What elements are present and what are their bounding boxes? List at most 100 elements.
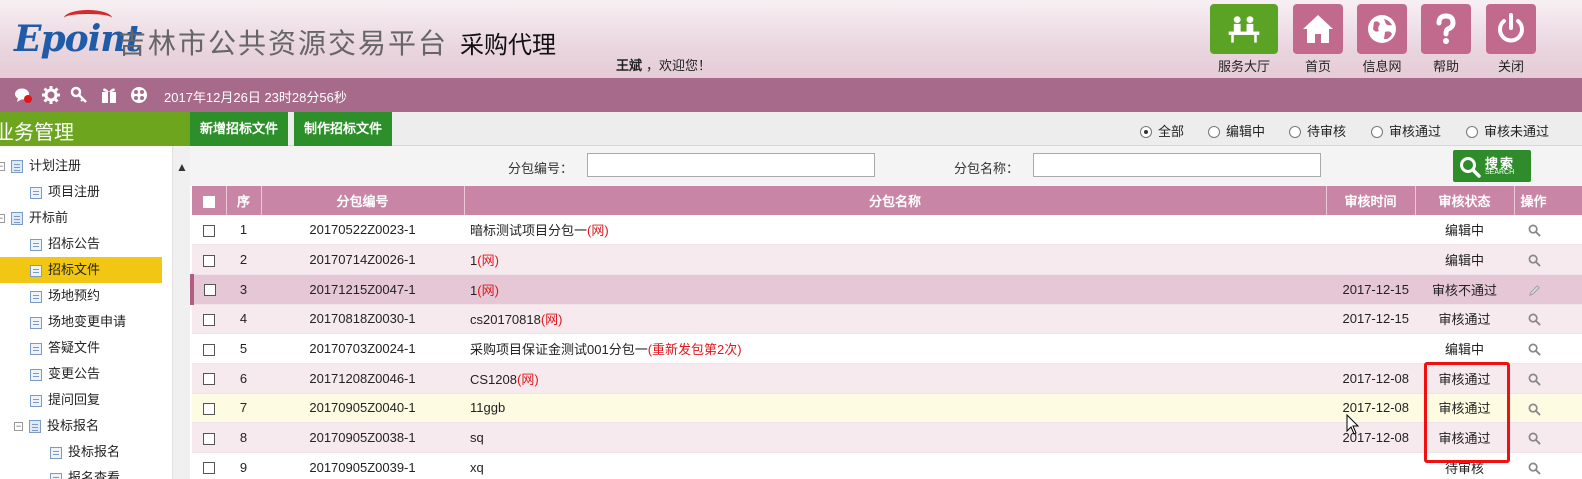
row-checkbox[interactable] [203,462,215,475]
view-icon[interactable] [1528,403,1541,416]
filter-pending-radio[interactable]: 待审核 [1289,121,1346,140]
collapse-icon[interactable]: − [0,162,5,172]
row-select-cell[interactable] [192,363,226,394]
tree-node-qa-file[interactable]: 答疑文件 [30,335,100,361]
row-operation[interactable] [1514,274,1582,305]
filter-rejected-radio[interactable]: 审核未通过 [1466,121,1549,140]
radio-icon[interactable] [1289,126,1301,138]
collapse-icon[interactable]: − [0,214,5,224]
view-icon[interactable] [1528,462,1541,475]
tree-node-register-view[interactable]: 报名查看 [50,465,120,479]
row-package-name[interactable]: xq [464,452,1326,479]
row-checkbox[interactable] [203,254,215,267]
close-button[interactable]: 关闭 [1485,4,1537,75]
table-row[interactable]: 7 20170905Z0040-1 11ggb 2017-12-08 审核通过 [192,393,1582,424]
table-row[interactable]: 8 20170905Z0038-1 sq 2017-12-08 审核通过 [192,422,1582,453]
tree-node-tender-file[interactable]: 招标文件 [0,257,162,283]
tree-node-bid-register-group[interactable]: − 投标报名 [14,413,99,439]
tree-node-before-opening[interactable]: − 开标前 [0,205,68,231]
row-package-name[interactable]: 采购项目保证金测试001分包一(重新发包第2次) [464,333,1326,364]
row-select-cell[interactable] [192,304,226,335]
skin-icon[interactable] [130,86,148,104]
row-package-name[interactable]: CS1208(网) [464,363,1326,394]
view-icon[interactable] [1528,432,1541,445]
tree-node-question-reply[interactable]: 提问回复 [30,387,100,413]
row-select-cell[interactable] [192,333,226,364]
row-operation[interactable] [1514,215,1582,246]
package-name-text[interactable]: xq [470,460,484,475]
row-operation[interactable] [1514,452,1582,479]
table-row[interactable]: 4 20170818Z0030-1 cs20170818(网) 2017-12-15 审… [192,304,1582,335]
package-name-text[interactable]: 11ggb [470,400,505,415]
tree-node-tender-notice[interactable]: 招标公告 [30,231,100,257]
package-name-text[interactable]: 暗标测试项目分包一 [470,223,587,238]
row-checkbox[interactable] [204,284,216,297]
radio-icon[interactable] [1371,126,1383,138]
row-checkbox[interactable] [203,432,215,445]
view-icon[interactable] [1528,224,1541,237]
row-checkbox[interactable] [203,313,215,326]
row-operation[interactable] [1514,244,1582,275]
package-name-text[interactable]: cs20170818 [470,312,541,327]
tree-node-venue-change[interactable]: 场地变更申请 [30,309,126,335]
row-package-name[interactable]: 暗标测试项目分包一(网) [464,215,1326,246]
scroll-up-icon[interactable]: ▲ [176,160,188,174]
row-operation[interactable] [1514,304,1582,335]
collapse-icon[interactable]: − [14,422,23,432]
row-checkbox[interactable] [203,343,215,356]
filter-all-radio[interactable]: 全部 [1140,121,1184,140]
filter-editing-radio[interactable]: 编辑中 [1208,121,1265,140]
table-row[interactable]: 9 20170905Z0039-1 xq 待审核 [192,452,1582,479]
settings-icon[interactable] [42,86,60,104]
view-icon[interactable] [1528,373,1541,386]
select-all-checkbox[interactable] [202,195,215,208]
radio-icon[interactable] [1208,126,1220,138]
row-package-name[interactable]: sq [464,422,1326,453]
package-name-text[interactable]: sq [470,430,484,445]
row-checkbox[interactable] [203,403,215,416]
make-tender-file-button[interactable]: 制作招标文件 [294,112,393,146]
row-package-name[interactable]: 1(网) [464,274,1326,305]
add-tender-file-button[interactable]: 新增招标文件 [190,112,289,146]
package-code-input[interactable] [587,153,875,177]
row-package-name[interactable]: 1(网) [464,244,1326,275]
row-select-cell[interactable] [190,274,226,305]
row-package-name[interactable]: cs20170818(网) [464,304,1326,335]
select-all-header[interactable] [192,186,227,215]
tree-node-project-register[interactable]: 项目注册 [30,179,100,205]
row-operation[interactable] [1514,393,1582,424]
row-select-cell[interactable] [192,393,226,424]
row-operation[interactable] [1514,333,1582,364]
edit-icon[interactable] [1528,284,1541,297]
sidebar-scrollbar[interactable]: ▲ [172,146,190,479]
info-net-button[interactable]: 信息网 [1356,4,1408,75]
row-package-name[interactable]: 11ggb [464,393,1326,424]
tree-node-bid-register[interactable]: 投标报名 [50,439,120,465]
view-icon[interactable] [1528,313,1541,327]
filter-approved-radio[interactable]: 审核通过 [1371,121,1441,140]
table-row[interactable]: 3 20171215Z0047-1 1(网) 2017-12-15 审核不通过 [190,274,1582,305]
search-button[interactable]: 搜索 SEARCH [1453,150,1531,182]
package-name-text[interactable]: 采购项目保证金测试001分包一 [470,342,648,357]
table-row[interactable]: 6 20171208Z0046-1 CS1208(网) 2017-12-08 审核通过 [192,363,1582,394]
row-operation[interactable] [1514,363,1582,394]
row-operation[interactable] [1514,422,1582,453]
row-checkbox[interactable] [203,373,215,386]
service-hall-button[interactable]: 服务大厅 [1208,4,1280,75]
tree-node-change-notice[interactable]: 变更公告 [30,361,100,387]
home-button[interactable]: 首页 [1292,4,1344,75]
row-select-cell[interactable] [192,215,226,246]
package-name-input[interactable] [1033,153,1321,177]
help-button[interactable]: 帮助 [1420,4,1472,75]
row-select-cell[interactable] [192,452,226,479]
key-icon[interactable] [70,86,88,104]
view-icon[interactable] [1528,343,1541,356]
row-select-cell[interactable] [192,422,226,453]
table-row[interactable]: 2 20170714Z0026-1 1(网) 编辑中 [192,244,1582,275]
table-row[interactable]: 1 20170522Z0023-1 暗标测试项目分包一(网) 编辑中 [192,215,1582,246]
radio-icon[interactable] [1466,126,1478,138]
table-row[interactable]: 5 20170703Z0024-1 采购项目保证金测试001分包一(重新发包第2次)… [192,333,1582,364]
row-select-cell[interactable] [192,244,226,275]
tree-node-plan-register[interactable]: − 计划注册 [0,153,81,179]
view-icon[interactable] [1528,254,1541,267]
